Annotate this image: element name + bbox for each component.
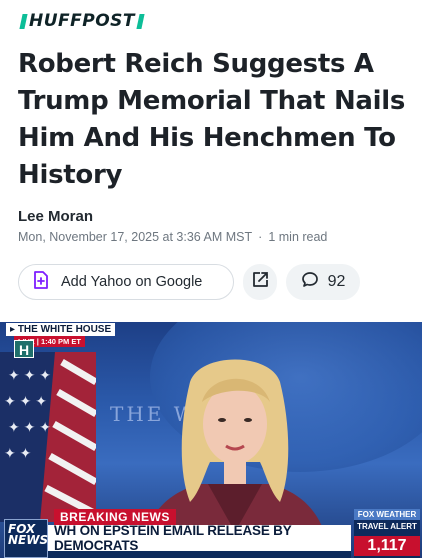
comment-bubble-icon (301, 271, 319, 294)
article-headline: Robert Reich Suggests A Trump Memorial T… (18, 49, 406, 190)
read-time: 1 min read (268, 230, 328, 244)
brand-logo[interactable]: HUFFPOST (18, 10, 146, 32)
weather-alert-box: FOX WEATHER TRAVEL ALERT 1,117 (354, 509, 420, 558)
comments-button[interactable]: 92 (286, 264, 360, 300)
svg-text:✦ ✦ ✦: ✦ ✦ ✦ (8, 367, 51, 383)
add-yahoo-button[interactable]: Add Yahoo on Google (18, 264, 234, 300)
add-yahoo-label: Add Yahoo on Google (61, 274, 203, 290)
weather-header: FOX WEATHER (354, 509, 420, 520)
weather-sub: TRAVEL ALERT (357, 522, 417, 531)
comment-count: 92 (327, 273, 346, 290)
share-icon (251, 271, 269, 293)
logo-bar-left (19, 13, 28, 29)
publish-date: Mon, November 17, 2025 at 3:36 AM MST (18, 230, 253, 244)
share-button[interactable] (243, 264, 277, 300)
time-tag-text: 1:40 PM ET (40, 337, 81, 346)
video-player[interactable]: THE W OUSE ✦ ✦ ✦ ✦ ✦ ✦ ✦ ✦ ✦ ✦ ✦ ▸ THE W… (0, 322, 422, 558)
network-badge: H (14, 340, 34, 358)
location-tag: ▸ THE WHITE HOUSE (6, 323, 116, 336)
plus-document-icon (33, 271, 49, 293)
article-meta: Mon, November 17, 2025 at 3:36 AM MST · … (18, 230, 327, 244)
weather-count: 1,117 (354, 536, 420, 556)
svg-text:✦ ✦ ✦: ✦ ✦ ✦ (8, 419, 51, 435)
logo-bar-right (136, 13, 145, 29)
meta-separator: · (258, 230, 263, 244)
svg-text:✦ ✦ ✦: ✦ ✦ ✦ (4, 393, 47, 409)
news-chyron: WH ON EPSTEIN EMAIL RELEASE BY DEMOCRATS (48, 523, 351, 553)
chyron-ticker (48, 551, 351, 558)
fox-news-logo: FOX NEWS (4, 519, 48, 558)
article-actions: Add Yahoo on Google 92 (18, 264, 360, 300)
us-flag-image: ✦ ✦ ✦ ✦ ✦ ✦ ✦ ✦ ✦ ✦ ✦ (0, 352, 96, 522)
logo-text: HUFFPOST (29, 11, 136, 31)
author-name[interactable]: Lee Moran (18, 208, 93, 225)
location-tag-text: THE WHITE HOUSE (17, 324, 112, 335)
svg-text:✦ ✦: ✦ ✦ (4, 445, 32, 461)
